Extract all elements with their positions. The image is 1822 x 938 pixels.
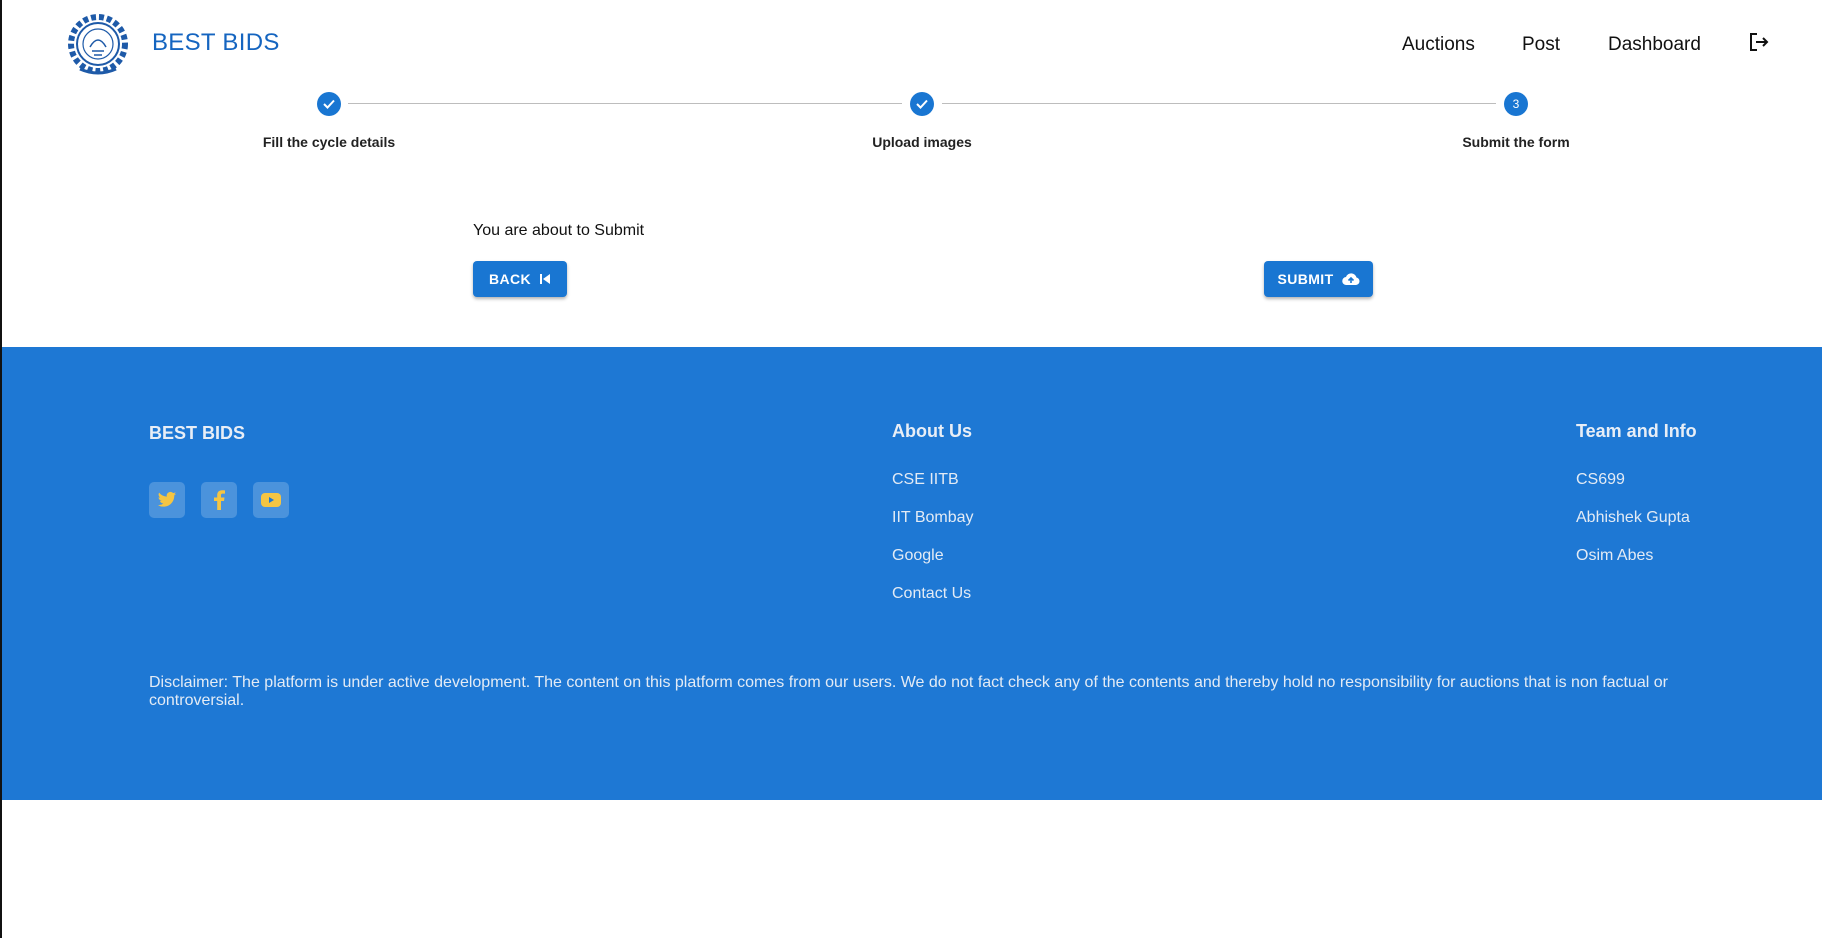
step-1-complete-icon <box>317 92 341 116</box>
twitter-icon[interactable] <box>149 482 185 518</box>
facebook-icon[interactable] <box>201 482 237 518</box>
institute-logo[interactable] <box>64 11 132 77</box>
team-heading: Team and Info <box>1576 421 1697 441</box>
youtube-icon[interactable] <box>253 482 289 518</box>
brand-title[interactable]: BEST BIDS <box>152 29 280 57</box>
cloud-upload-icon <box>1341 272 1360 286</box>
about-link-contact-us[interactable]: Contact Us <box>892 585 971 603</box>
back-button-label: BACK <box>488 271 532 287</box>
nav-dashboard[interactable]: Dashboard <box>1608 34 1701 56</box>
about-link-cse-iitb[interactable]: CSE IITB <box>892 471 959 489</box>
about-link-iit-bombay[interactable]: IIT Bombay <box>892 509 974 527</box>
submit-prompt: You are about to Submit <box>473 222 645 239</box>
team-link-abhishek-gupta[interactable]: Abhishek Gupta <box>1576 509 1690 527</box>
step-connector <box>942 103 1496 104</box>
footer-brand: BEST BIDS <box>149 423 246 443</box>
step-3-label: Submit the form <box>1462 134 1570 150</box>
step-3-number: 3 <box>1504 92 1528 116</box>
skip-previous-icon <box>539 273 551 285</box>
site-footer: BEST BIDS About Us CSE IITB IIT Bombay G… <box>2 347 1822 800</box>
nav-auctions[interactable]: Auctions <box>1402 34 1475 56</box>
submit-button-label: SUBMIT <box>1277 271 1334 287</box>
logout-icon[interactable] <box>1748 31 1770 53</box>
about-link-google[interactable]: Google <box>892 547 944 565</box>
submit-button[interactable]: SUBMIT <box>1264 261 1373 297</box>
step-1-label: Fill the cycle details <box>262 134 396 150</box>
about-heading: About Us <box>892 421 972 441</box>
team-link-cs699[interactable]: CS699 <box>1576 471 1625 489</box>
back-button[interactable]: BACK <box>473 261 567 297</box>
top-navbar: BEST BIDS Auctions Post Dashboard <box>0 0 1822 88</box>
nav-post[interactable]: Post <box>1522 34 1560 56</box>
footer-disclaimer: Disclaimer: The platform is under active… <box>149 674 1669 709</box>
step-2-complete-icon <box>910 92 934 116</box>
step-connector <box>348 103 902 104</box>
step-2-label: Upload images <box>872 134 972 150</box>
team-link-osim-abes[interactable]: Osim Abes <box>1576 547 1653 565</box>
